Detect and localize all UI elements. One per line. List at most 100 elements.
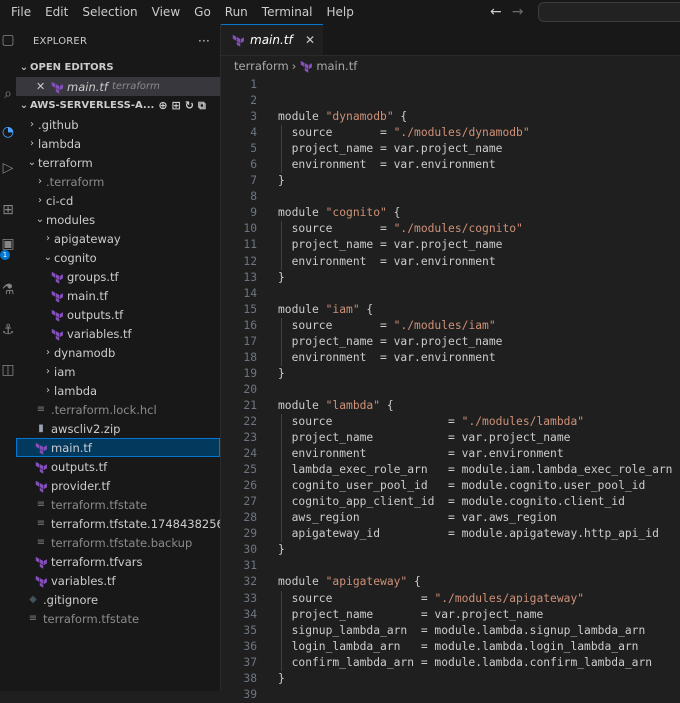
tree-file[interactable]: outputs.tf <box>16 305 220 324</box>
tree-folder[interactable]: › ci-cd <box>16 191 220 210</box>
tree-file[interactable]: groups.tf <box>16 267 220 286</box>
source-control-icon[interactable]: ◔ <box>0 124 16 140</box>
tree-file[interactable]: outputs.tf <box>16 457 220 476</box>
line-number: 35 <box>243 623 257 637</box>
activity-bar: ▢ ⌕ ◔ ▷ ⊞ ▣ 1 ⚗ ⚓ ◫ <box>0 24 17 691</box>
tree-item-label: variables.tf <box>51 573 116 588</box>
tree-file[interactable]: ▮ awscliv2.zip <box>16 419 220 438</box>
tree-file[interactable]: ◆ .gitignore <box>16 590 220 609</box>
file-icon: ≡ <box>36 537 46 548</box>
code-token: module <box>278 302 326 316</box>
tree-item-label: .terraform.lock.hcl <box>51 402 157 417</box>
menu-item-go[interactable]: Go <box>187 0 218 24</box>
code-text: apigateway_id = module.apigateway.http_a… <box>278 527 659 541</box>
tab-main-tf[interactable]: main.tf ✕ <box>221 24 323 55</box>
tree-file[interactable]: provider.tf <box>16 476 220 495</box>
open-editors-header[interactable]: ⌄ OPEN EDITORS <box>16 58 220 77</box>
line-number: 8 <box>250 190 257 204</box>
menu-item-help[interactable]: Help <box>320 0 361 24</box>
close-icon[interactable]: ✕ <box>305 33 315 47</box>
run-debug-icon[interactable]: ▷ <box>0 160 16 176</box>
menu-item-edit[interactable]: Edit <box>38 0 75 24</box>
terraform-icon <box>51 328 63 341</box>
docker-icon[interactable]: ⚓ <box>0 322 16 338</box>
code-line: 14 <box>221 286 680 302</box>
tree-file[interactable]: ≡ terraform.tfstate.1748438256.bac... <box>16 514 220 533</box>
tree-file[interactable]: ≡ terraform.tfstate.backup <box>16 533 220 552</box>
tree-file[interactable]: ≡ .terraform.lock.hcl <box>16 400 220 419</box>
code-text: source = "./modules/iam" <box>278 318 496 334</box>
collapse-all-icon[interactable]: ⧉ <box>198 99 206 113</box>
breadcrumb-item-terraform[interactable]: terraform <box>234 59 289 73</box>
menu-item-file[interactable]: File <box>0 0 38 24</box>
breadcrumb-item-main-tf[interactable]: main.tf <box>316 59 357 73</box>
tree-item-label: iam <box>54 364 76 379</box>
tree-item-label: terraform <box>38 155 93 170</box>
tree-folder[interactable]: ⌄ terraform <box>16 153 220 172</box>
testing-icon[interactable]: ⚗ <box>0 282 16 298</box>
tree-folder[interactable]: › lambda <box>16 381 220 400</box>
accounts-icon[interactable]: ◫ <box>0 362 16 378</box>
more-actions-icon[interactable]: ··· <box>198 34 210 48</box>
code-line: 5 project_name = var.project_name <box>221 141 680 158</box>
tree-item-label: cognito <box>54 250 97 265</box>
code-line: 21 module "lambda" { <box>221 398 680 414</box>
code-editor[interactable]: 1 2 3 module "dynamodb" {4 source = "./modu… <box>221 77 680 703</box>
terraform-icon <box>35 480 47 493</box>
new-folder-icon[interactable]: ⊞ <box>172 99 181 113</box>
tree-folder[interactable]: ⌄ cognito <box>16 248 220 267</box>
code-line: 39 <box>221 687 680 703</box>
search-icon[interactable]: ⌕ <box>0 86 16 102</box>
close-icon[interactable]: ✕ <box>36 80 50 93</box>
menu-item-selection[interactable]: Selection <box>75 0 144 24</box>
chevron-right-icon: › <box>46 385 50 396</box>
command-center-search[interactable] <box>538 2 680 22</box>
line-number: 11 <box>243 238 257 252</box>
menu-item-view[interactable]: View <box>145 0 187 24</box>
line-number: 2 <box>250 94 257 108</box>
tree-file[interactable]: variables.tf <box>16 324 220 343</box>
tree-file[interactable]: variables.tf <box>16 571 220 590</box>
tree-folder[interactable]: › lambda <box>16 134 220 153</box>
line-number: 23 <box>243 431 257 445</box>
line-number: 18 <box>243 350 257 364</box>
new-file-icon[interactable]: ⊕ <box>158 99 167 113</box>
menu-item-run[interactable]: Run <box>218 0 255 24</box>
code-text: } <box>278 270 285 284</box>
code-line: 34 project_name = var.project_name <box>221 606 680 623</box>
code-text: aws_region = var.aws_region <box>278 511 557 525</box>
tree-folder[interactable]: ⌄ modules <box>16 210 220 229</box>
code-text: module "iam" { <box>278 302 373 318</box>
tree-folder[interactable]: › apigateway <box>16 229 220 248</box>
refresh-icon[interactable]: ↻ <box>185 99 194 113</box>
code-text: login_lambda_arn = module.lambda.login_l… <box>278 639 639 653</box>
open-editor-item[interactable]: ✕ main.tf terraform <box>16 77 220 96</box>
line-number: 3 <box>250 110 257 124</box>
code-token: { <box>393 110 408 124</box>
menu-item-terminal[interactable]: Terminal <box>255 0 320 24</box>
tree-folder[interactable]: › .github <box>16 115 220 134</box>
forward-arrow-icon[interactable]: → <box>512 4 524 20</box>
code-token: module <box>278 110 326 124</box>
tree-file[interactable]: main.tf <box>16 286 220 305</box>
tree-item-label: main.tf <box>51 440 92 455</box>
code-line: 22 source = "./modules/lambda" <box>221 413 680 431</box>
explorer-icon[interactable]: ▢ <box>0 32 16 48</box>
tree-folder[interactable]: › iam <box>16 362 220 381</box>
string-literal: "iam" <box>325 302 360 316</box>
line-number: 9 <box>250 206 257 220</box>
chevron-right-icon: › <box>46 233 50 244</box>
tree-file[interactable]: main.tf <box>16 438 220 457</box>
back-arrow-icon[interactable]: ← <box>490 4 502 20</box>
code-text: source = "./modules/apigateway" <box>278 591 584 607</box>
tree-file[interactable]: ≡ terraform.tfstate <box>16 609 220 628</box>
file-icon: ≡ <box>36 499 46 510</box>
line-number: 37 <box>243 655 257 669</box>
tree-folder[interactable]: › .terraform <box>16 172 220 191</box>
project-header[interactable]: ⌄ AWS-SERVERLESS-A... ⊕ ⊞ ↻ ⧉ <box>16 96 220 115</box>
tree-folder[interactable]: › dynamodb <box>16 343 220 362</box>
explorer-toolbar: ⊕ ⊞ ↻ ⧉ <box>158 99 206 113</box>
extensions-icon[interactable]: ⊞ <box>0 202 16 218</box>
tree-file[interactable]: terraform.tfvars <box>16 552 220 571</box>
tree-file[interactable]: ≡ terraform.tfstate <box>16 495 220 514</box>
